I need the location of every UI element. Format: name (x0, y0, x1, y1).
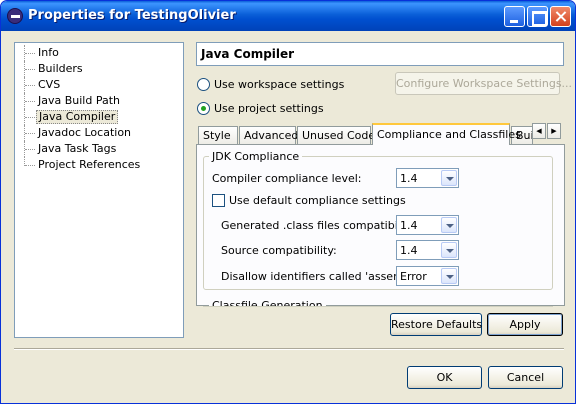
use-project-radio[interactable] (197, 102, 210, 115)
tab-scroll-right-icon[interactable]: ▶ (547, 123, 561, 139)
apply-button[interactable]: Apply (487, 313, 563, 336)
tree-item-label: Project References (38, 158, 141, 171)
property-page-tree[interactable]: Info Builders CVS Java Build Path Java C… (14, 42, 184, 338)
generated-classfile-select[interactable]: 1.4 (396, 215, 459, 235)
classfile-generation-title: Classfile Generation (209, 300, 326, 306)
disallow-assert-label: Disallow identifiers called 'assert': (221, 270, 409, 283)
tab-strip: Style Advanced Unused Code Compliance an… (196, 123, 566, 145)
tree-item-label: Java Task Tags (38, 142, 117, 155)
tab-advanced[interactable]: Advanced (239, 126, 298, 145)
dropdown-arrow-icon[interactable] (441, 242, 457, 258)
tree-item-label: Info (38, 46, 59, 59)
tab-compliance-and-classfiles[interactable]: Compliance and Classfiles (372, 123, 521, 145)
page-title: Java Compiler (196, 42, 564, 66)
use-workspace-radio[interactable] (197, 78, 210, 91)
tab-style[interactable]: Style (198, 126, 238, 145)
ok-button[interactable]: OK (407, 366, 482, 389)
tree-item-label: Java Compiler (36, 110, 119, 124)
tab-scroll-left-icon[interactable]: ◀ (532, 123, 546, 139)
eclipse-icon (7, 8, 23, 24)
use-default-compliance-checkbox[interactable] (212, 194, 225, 207)
source-compatibility-value: 1.4 (400, 244, 418, 257)
dropdown-arrow-icon[interactable] (441, 268, 457, 284)
tree-item-label: CVS (38, 78, 61, 91)
compliance-level-select[interactable]: 1.4 (396, 168, 459, 188)
compliance-level-label: Compiler compliance level: (212, 172, 362, 185)
maximize-button[interactable] (527, 6, 548, 27)
restore-defaults-button[interactable]: Restore Defaults (390, 313, 482, 336)
tree-item-label: Java Build Path (38, 94, 121, 107)
window-title: Properties for TestingOlivier (28, 8, 236, 23)
disallow-assert-value: Error (400, 270, 427, 283)
close-button[interactable] (550, 6, 571, 27)
tree-item-label: Builders (38, 62, 83, 75)
jdk-compliance-title: JDK Compliance (209, 150, 303, 163)
generated-classfile-value: 1.4 (400, 219, 418, 232)
dropdown-arrow-icon[interactable] (441, 217, 457, 233)
tab-unused-code[interactable]: Unused Code (297, 126, 375, 145)
source-compatibility-select[interactable]: 1.4 (396, 240, 459, 260)
source-compatibility-label: Source compatibility: (221, 244, 337, 257)
compliance-level-value: 1.4 (400, 172, 418, 185)
generated-classfile-label: Generated .class files compatibility: (221, 219, 418, 232)
configure-workspace-settings-button[interactable]: Configure Workspace Settings... (395, 72, 572, 95)
use-default-compliance-label[interactable]: Use default compliance settings (229, 194, 406, 207)
cancel-button[interactable]: Cancel (488, 366, 563, 389)
use-project-label[interactable]: Use project settings (214, 102, 324, 115)
dialog-separator (14, 348, 564, 350)
disallow-assert-select[interactable]: Error (396, 266, 459, 286)
properties-dialog: Properties for TestingOlivier Info Build… (0, 0, 576, 404)
use-workspace-label[interactable]: Use workspace settings (214, 78, 344, 91)
minimize-button[interactable] (504, 6, 525, 27)
title-bar[interactable]: Properties for TestingOlivier (1, 1, 575, 31)
dropdown-arrow-icon[interactable] (441, 170, 457, 186)
classfile-generation-group (203, 306, 553, 311)
tree-item-label: Javadoc Location (38, 126, 132, 139)
